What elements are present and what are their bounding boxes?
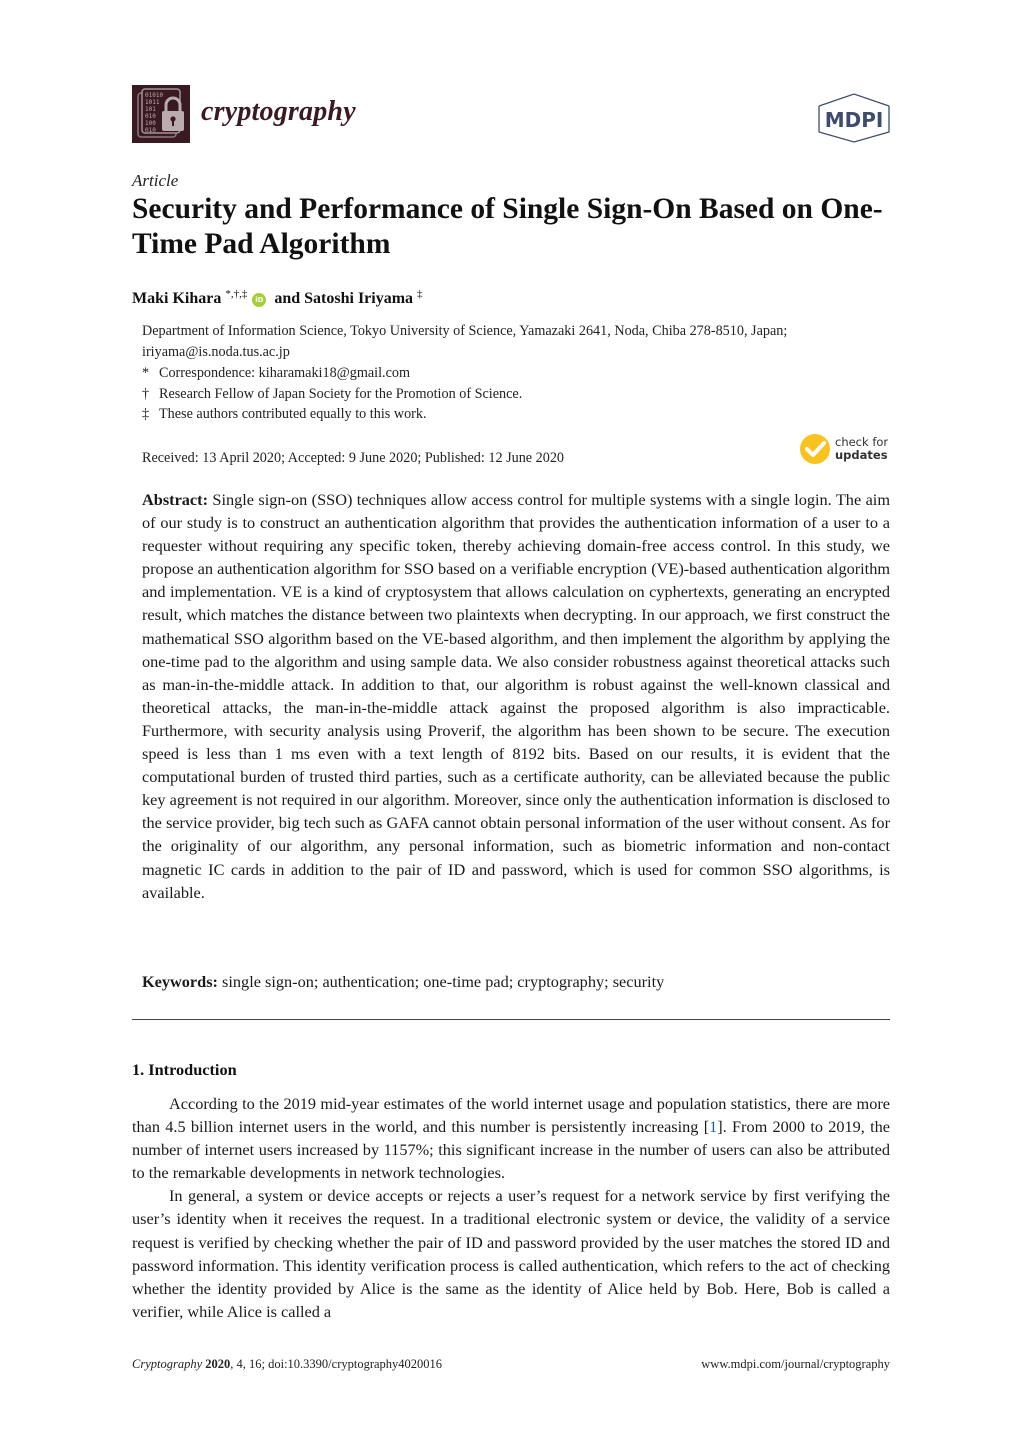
note-research-fellow: † Research Fellow of Japan Society for th…: [142, 384, 522, 405]
note-mark: ‡: [142, 406, 150, 422]
affiliation: Department of Information Science, Tokyo…: [142, 323, 788, 339]
author-marks: *,†,‡: [225, 288, 248, 300]
note-correspondence: * Correspondence: kiharamaki18@gmail.com: [142, 363, 410, 384]
orcid-icon[interactable]: iD: [252, 293, 267, 307]
note-mark: *: [142, 365, 150, 381]
article-type: Article: [132, 171, 179, 190]
mdpi-logo[interactable]: MDPI: [815, 92, 893, 144]
mdpi-logo-text: MDPI: [825, 108, 884, 132]
keywords: Keywords: single sign-on; authentication…: [142, 972, 890, 992]
footer-journal: Cryptography: [132, 1357, 203, 1371]
check-for-updates-badge[interactable]: check for updates: [800, 432, 892, 466]
author-name[interactable]: Maki Kihara: [132, 290, 221, 307]
check-updates-line2: updates: [835, 448, 888, 462]
journal-logo[interactable]: 01010 1011 101 010 100 010: [132, 85, 190, 143]
keywords-label: Keywords:: [142, 972, 218, 991]
introduction-body: According to the 2019 mid-year estimates…: [132, 1092, 890, 1323]
section-heading-introduction: 1. Introduction: [132, 1060, 237, 1079]
note-text: These authors contributed equally to thi…: [159, 406, 427, 422]
svg-text:100: 100: [145, 120, 156, 127]
note-mark: †: [142, 386, 150, 402]
affiliation-email[interactable]: iriyama@is.noda.tus.ac.jp: [142, 342, 290, 363]
section-divider: [132, 1019, 890, 1020]
abstract-text: Single sign-on (SSO) techniques allow ac…: [142, 490, 890, 902]
note-equal-contribution: ‡ These authors contributed equally to th…: [142, 404, 427, 425]
author-name[interactable]: Satoshi Iriyama: [304, 290, 413, 307]
abstract-label: Abstract:: [142, 490, 209, 509]
note-text: Research Fellow of Japan Society for the…: [159, 386, 523, 402]
abstract: Abstract: Single sign-on (SSO) technique…: [142, 488, 890, 904]
svg-text:101: 101: [145, 106, 156, 113]
publication-dates: Received: 13 April 2020; Accepted: 9 Jun…: [142, 450, 565, 466]
svg-text:01010: 01010: [145, 92, 163, 99]
check-updates-line1: check for: [835, 435, 889, 449]
article-title: Security and Performance of Single Sign-…: [132, 193, 883, 260]
journal-url[interactable]: www.mdpi.com/journal/cryptography: [650, 1357, 890, 1372]
author-marks: ‡: [417, 288, 423, 300]
note-text: Correspondence: kiharamaki18@gmail.com: [159, 365, 411, 381]
journal-name[interactable]: cryptography: [201, 96, 356, 128]
paragraph: In general, a system or device accepts o…: [132, 1186, 890, 1321]
svg-text:010: 010: [145, 113, 156, 120]
citation-footer: Cryptography 2020, 4, 16; doi:10.3390/cr…: [132, 1357, 442, 1372]
svg-text:010: 010: [145, 127, 156, 134]
footer-year: 2020: [205, 1357, 231, 1371]
paragraph: According to the 2019 mid-year estimates…: [132, 1094, 891, 1183]
padlock-binary-icon: 01010 1011 101 010 100 010: [137, 88, 184, 138]
author-connector: and: [274, 290, 301, 307]
footer-doi[interactable]: , 4, 16; doi:10.3390/cryptography4020016: [230, 1357, 442, 1371]
checkmark-icon: [800, 434, 830, 464]
svg-text:1011: 1011: [145, 99, 160, 106]
author-list: Maki Kihara *,†,‡ iD and Satoshi Iriyama…: [132, 288, 423, 308]
mdpi-hexagon-icon: MDPI: [818, 93, 890, 143]
keywords-text: single sign-on; authentication; one-time…: [222, 972, 665, 991]
